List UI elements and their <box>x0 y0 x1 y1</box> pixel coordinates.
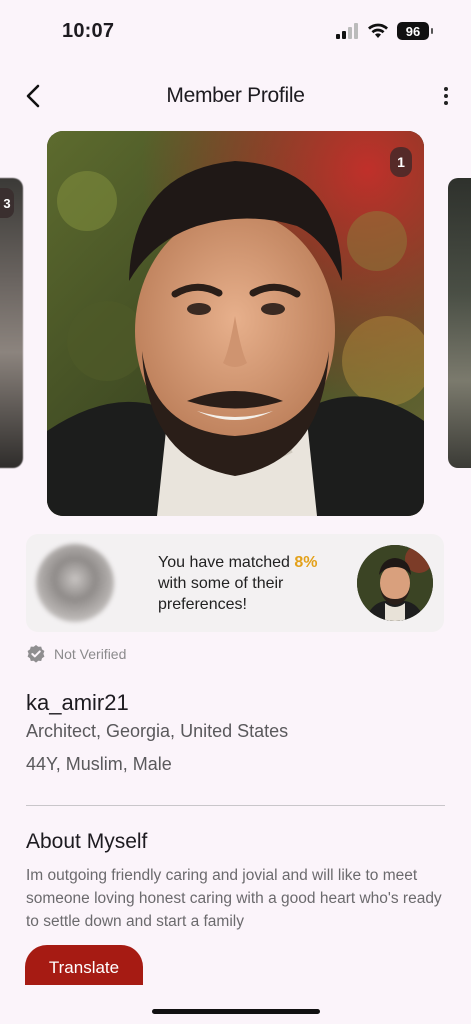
match-card: You have matched 8% with some of their p… <box>26 534 444 632</box>
member-avatar[interactable] <box>357 545 433 621</box>
match-text: You have matched 8% with some of their p… <box>158 552 348 615</box>
about-text: Im outgoing friendly caring and jovial a… <box>26 867 442 930</box>
more-options-button[interactable] <box>441 84 451 108</box>
member-avatar-image <box>357 545 433 621</box>
photo-index-badge: 1 <box>390 147 412 177</box>
about-title: About Myself <box>26 830 148 853</box>
wifi-icon <box>368 23 388 38</box>
status-time: 10:07 <box>62 20 115 42</box>
battery-icon: 96 <box>397 22 433 40</box>
previous-photo-badge: 3 <box>0 188 14 218</box>
home-indicator[interactable] <box>152 1009 320 1014</box>
status-icons: 96 <box>335 22 433 40</box>
username: ka_amir21 <box>26 690 129 715</box>
viewer-avatar <box>36 544 114 622</box>
verified-badge-icon <box>27 645 45 663</box>
match-text-before: You have matched <box>158 554 295 571</box>
demographics: 44Y, Muslim, Male <box>26 754 172 774</box>
next-photo-card[interactable] <box>448 178 471 468</box>
match-text-after: with some of their preferences! <box>158 575 284 613</box>
occupation-location: Architect, Georgia, United States <box>26 721 289 741</box>
match-percent: 8% <box>294 554 318 571</box>
previous-photo-card[interactable] <box>0 178 23 468</box>
bottom-bar <box>0 986 471 1024</box>
signal-icon <box>336 23 358 39</box>
verification-label: Not Verified <box>54 646 127 662</box>
verification-status: Not Verified <box>26 644 126 664</box>
more-icon <box>444 87 448 91</box>
translate-button[interactable]: Translate <box>25 945 143 985</box>
member-profile-screen: 10:07 96 Member Profile 3 1 You have mat… <box>0 0 471 1024</box>
profile-photo-image <box>47 131 424 516</box>
profile-photo[interactable]: 1 <box>47 131 424 516</box>
divider <box>26 805 445 806</box>
page-title: Member Profile <box>166 84 305 107</box>
